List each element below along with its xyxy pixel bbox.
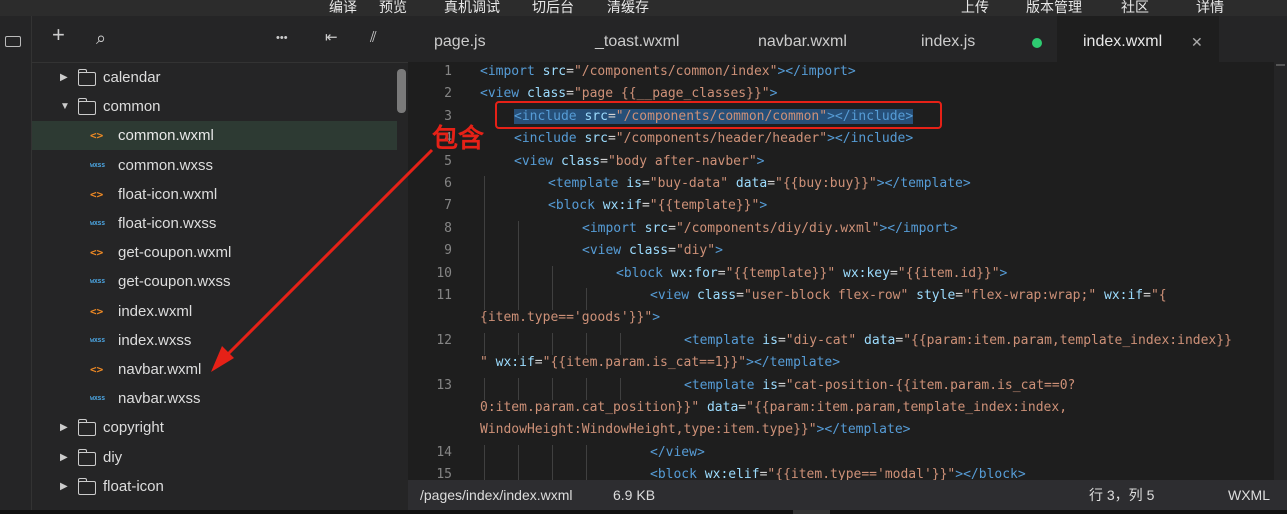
status-file-size: 6.9 KB (613, 487, 656, 503)
status-bar: /pages/index/index.wxml 6.9 KB 行 3，列 5 W… (408, 480, 1287, 510)
status-language[interactable]: WXML (1228, 480, 1270, 510)
status-file-path: /pages/index/index.wxml (420, 487, 573, 503)
bottom-edge (0, 510, 1287, 514)
status-cursor-position[interactable]: 行 3，列 5 (1089, 480, 1154, 510)
annotation-arrow (211, 148, 434, 372)
